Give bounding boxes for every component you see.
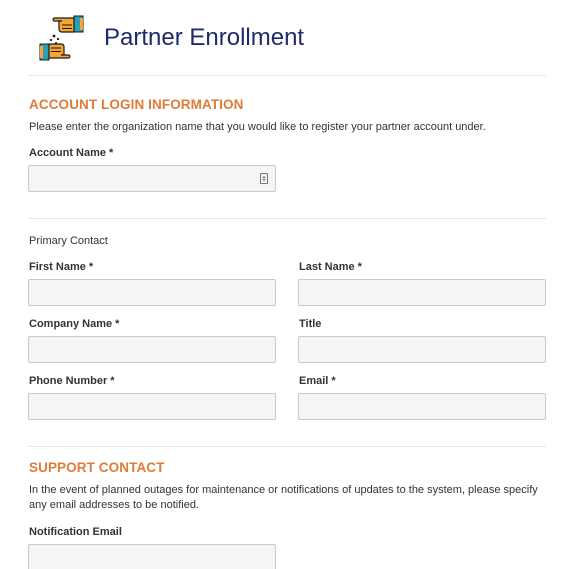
email-label-text: Email xyxy=(299,375,329,387)
required-marker: * xyxy=(110,375,115,387)
first-name-label-text: First Name xyxy=(29,261,86,273)
section-divider xyxy=(28,446,546,447)
phone-number-field[interactable] xyxy=(28,393,276,420)
first-name-label: First Name * xyxy=(29,261,93,273)
pointing-hands-logo-icon xyxy=(39,15,84,61)
notification-email-label: Notification Email xyxy=(29,526,122,538)
title-input[interactable] xyxy=(299,337,545,362)
email-label: Email * xyxy=(299,375,336,387)
required-marker: * xyxy=(115,318,120,330)
account-login-description: Please enter the organization name that … xyxy=(29,121,486,133)
notification-email-label-text: Notification Email xyxy=(29,526,122,538)
partner-enrollment-page: Partner Enrollment ACCOUNT LOGIN INFORMA… xyxy=(0,0,567,569)
last-name-input[interactable] xyxy=(299,280,545,305)
account-name-label: Account Name * xyxy=(29,147,113,159)
title-field[interactable] xyxy=(298,336,546,363)
notification-email-field[interactable] xyxy=(28,544,276,569)
account-name-input[interactable] xyxy=(29,166,275,191)
support-contact-heading: SUPPORT CONTACT xyxy=(29,460,165,475)
title-label: Title xyxy=(299,318,321,330)
last-name-field[interactable] xyxy=(298,279,546,306)
required-marker: * xyxy=(357,261,362,273)
company-name-label: Company Name * xyxy=(29,318,119,330)
first-name-field[interactable] xyxy=(28,279,276,306)
field-autofill-icon[interactable] xyxy=(260,173,268,184)
page-title: Partner Enrollment xyxy=(104,24,305,51)
email-input[interactable] xyxy=(299,394,545,419)
title-label-text: Title xyxy=(299,318,322,330)
last-name-label: Last Name * xyxy=(299,261,362,273)
account-login-heading: ACCOUNT LOGIN INFORMATION xyxy=(29,97,244,112)
account-name-label-text: Account Name xyxy=(29,147,107,159)
company-name-input[interactable] xyxy=(29,337,275,362)
company-name-label-text: Company Name xyxy=(29,318,113,330)
company-name-field[interactable] xyxy=(28,336,276,363)
last-name-label-text: Last Name xyxy=(299,261,355,273)
required-marker: * xyxy=(109,147,114,159)
header-divider xyxy=(28,75,546,76)
account-name-field[interactable] xyxy=(28,165,276,192)
phone-number-input[interactable] xyxy=(29,394,275,419)
phone-number-label-text: Phone Number xyxy=(29,375,108,387)
required-marker: * xyxy=(88,261,94,273)
notification-email-input[interactable] xyxy=(29,545,275,569)
section-divider xyxy=(28,218,546,219)
support-contact-description: In the event of planned outages for main… xyxy=(29,484,538,511)
primary-contact-heading: Primary Contact xyxy=(29,235,108,247)
first-name-input[interactable] xyxy=(29,280,275,305)
required-marker: * xyxy=(331,375,336,387)
page-header: Partner Enrollment xyxy=(28,8,546,74)
email-field[interactable] xyxy=(298,393,546,420)
phone-number-label: Phone Number * xyxy=(29,375,115,387)
